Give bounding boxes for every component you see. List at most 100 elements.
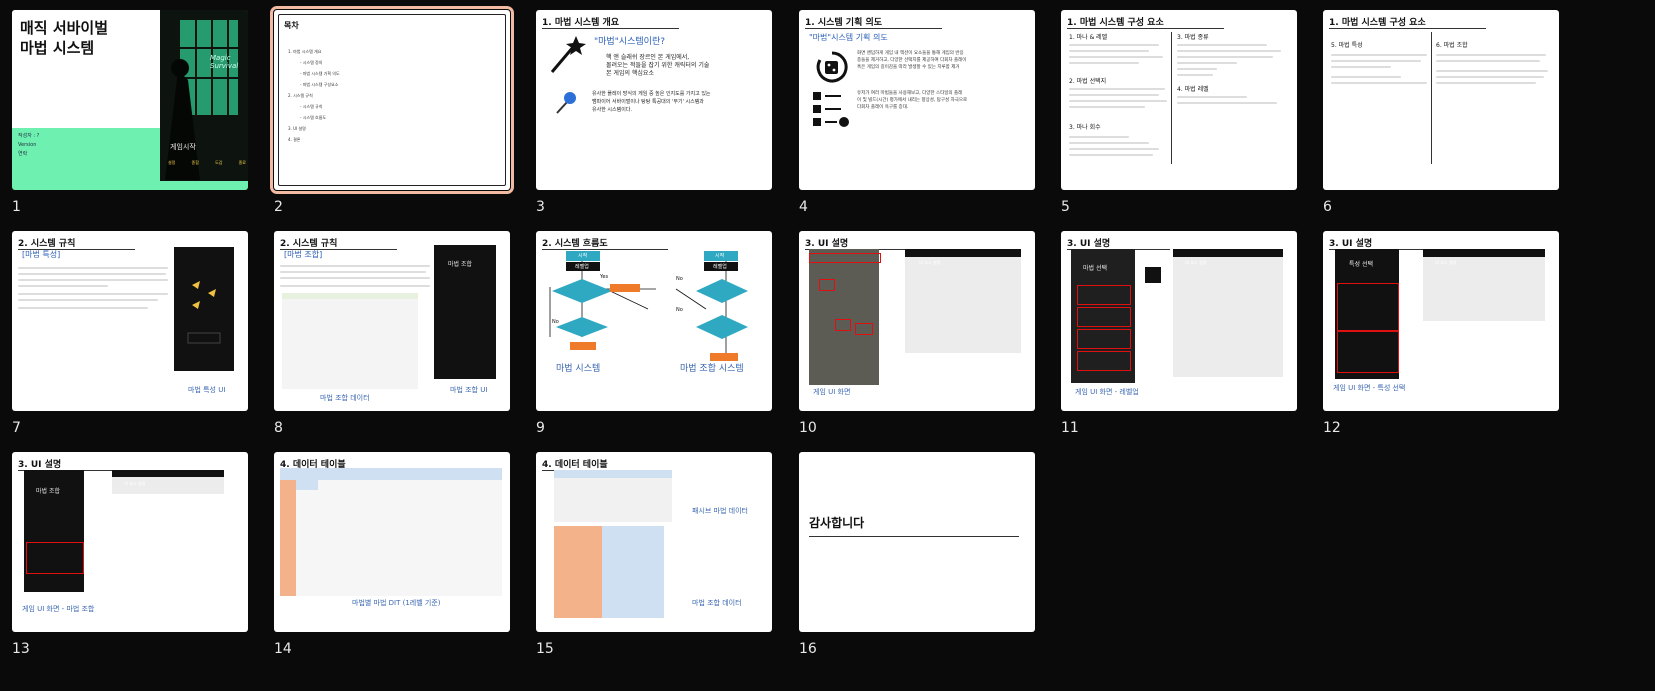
- phone-screenshot: 특성 선택: [1335, 249, 1399, 379]
- menu-exit: 종료: [238, 160, 246, 165]
- body-text: 유저가 여러 마법들을 사용해보고, 다양한 스타일의 플레 이 및 빌드(시간…: [857, 91, 968, 110]
- subheading: 3. 마법 종류: [1177, 34, 1209, 41]
- ui-table: UI 요소 설명: [905, 249, 1021, 353]
- body-text: 화면 랜덤하게 게임 내 액션이 요소들을 통해 게임의 반응 종들을 제거하고…: [857, 51, 967, 70]
- slide-number: 13: [12, 641, 30, 657]
- slide-preview: 1. 마법 시스템 구성 요소 5. 마법 특성 6. 마법 조합: [1323, 10, 1559, 190]
- subheading: 5. 마법 특성: [1331, 42, 1363, 49]
- game-screenshot: [809, 249, 881, 385]
- phone-screenshot: 마법 조합: [434, 245, 496, 379]
- subheading: 4. 마법 레벨: [1177, 86, 1209, 93]
- slide-title: 매직 서바이벌 마법 시스템: [20, 19, 109, 57]
- slide-number: 11: [1061, 420, 1079, 436]
- slide-caption: 게임 UI 화면 - 레벨업: [1075, 388, 1139, 396]
- toc-heading: 목차: [284, 21, 299, 30]
- slide-caption: 마법별 마법 DIT (1레벨 기준): [352, 599, 441, 607]
- menu-codex: 도감: [215, 160, 223, 165]
- combo-data-table: [282, 293, 418, 389]
- slide-preview: 3. UI 설명 마법 조합 게임 UI 화면 - 마법 조합 UI 요소 설명: [12, 452, 248, 632]
- dice-cycle-icon: [816, 51, 848, 83]
- slide-number: 10: [799, 420, 817, 436]
- slide-preview: 1. 마법 시스템 개요 "마법"시스템이란? 핵 앤 슬래쉬 장르인 본 게임…: [536, 10, 772, 190]
- slide-preview: 3. UI 설명 게임 UI 화면 UI 요소 설명: [799, 231, 1035, 411]
- slide-title: 3. UI 설명: [18, 457, 122, 471]
- menu-summary: 종합: [191, 160, 199, 165]
- phone-screenshot: 마법 조합: [24, 470, 84, 592]
- magic-staff-icon: [556, 92, 576, 114]
- slide-caption: 마법 시스템: [556, 364, 601, 374]
- ui-table: UI 요소 설명: [1423, 249, 1545, 321]
- section-heading: [마법 조합]: [284, 250, 323, 259]
- ui-table: UI 요소 설명: [1173, 249, 1283, 377]
- slide-number: 8: [274, 420, 283, 436]
- subheading: 6. 마법 조합: [1436, 42, 1468, 49]
- slide-preview: 1. 시스템 기획 의도 "마법"시스템 기획 의도 화면 랜덤하게 게임 내 …: [799, 10, 1035, 190]
- toc-list: 1. 마법 시스템 개요 - 시스템 정의 - 마법 시스템 기획 의도 - 마…: [288, 46, 340, 145]
- closing-heading: 감사합니다: [809, 516, 865, 530]
- no-label: No: [676, 276, 683, 282]
- table-header: UI 요소 설명: [124, 481, 146, 486]
- passive-data-table: [554, 470, 672, 522]
- slide-preview: 4. 데이터 테이블 패시브 마법 데이터 마법 조합 데이터: [536, 452, 772, 632]
- table-header: UI 요소 설명: [919, 260, 941, 265]
- slide-title: 3. UI 설명: [1067, 236, 1171, 250]
- slide-preview: 감사합니다: [799, 452, 1035, 632]
- slide-number: 4: [799, 199, 808, 215]
- no-label: No: [676, 307, 683, 313]
- levelup-label: 레벨업: [575, 264, 589, 270]
- body-text: 핵 앤 슬래쉬 장르인 본 게임에서, 몰려오는 적들을 잡기 위한 캐릭터의 …: [606, 54, 710, 77]
- slide-number: 3: [536, 199, 545, 215]
- slide-title: 1. 마법 시스템 구성 요소: [1067, 15, 1224, 29]
- slide-title: 1. 마법 시스템 개요: [542, 15, 680, 29]
- toc-item: - 마법 시스템 구성요소: [300, 82, 339, 87]
- slide-caption: 마법 조합 데이터: [320, 394, 370, 402]
- slide-number: 1: [12, 199, 21, 215]
- slide-preview: 2. 시스템 흐름도 시작 레벨업 시작 레벨업 No Yes No No 마법…: [536, 231, 772, 411]
- yes-label: Yes: [600, 274, 609, 280]
- slide-title: 1. 시스템 기획 의도: [805, 15, 943, 29]
- meta-version: Version: [18, 142, 37, 148]
- slide-caption: 게임 UI 화면: [813, 388, 851, 396]
- slide-title: 3. UI 설명: [1329, 236, 1433, 250]
- toc-item: 3. UI 설명: [288, 126, 306, 131]
- section-heading: [마법 특성]: [22, 250, 61, 259]
- game-art: Magic Survival 게임시작 설정 종합 도감 종료: [160, 10, 248, 181]
- table-header: UI 요소 설명: [1185, 260, 1207, 265]
- slide-title: 4. 데이터 테이블: [542, 457, 668, 471]
- slide-number: 16: [799, 641, 817, 657]
- meta-author: 작성자 : ?: [18, 133, 40, 139]
- slide-preview: 매직 서바이벌 마법 시스템 작성자 : ? Version 연락 Magic …: [12, 10, 248, 190]
- toc-item: 4. 결론: [288, 137, 301, 142]
- start-label: 시작: [578, 253, 588, 259]
- body-text: 유사한 플레이 방식의 게임 중 높은 인지도를 가지고 있는 뱀파이어 서바이…: [592, 91, 711, 113]
- combo-data-table: [554, 526, 664, 618]
- slide-title: 2. 시스템 규칙: [18, 236, 136, 250]
- slide-preview: 3. UI 설명 특성 선택 게임 UI 화면 - 특성 선택 UI 요소 설명: [1323, 231, 1559, 411]
- slide-number: 5: [1061, 199, 1070, 215]
- slide-caption: 마법 조합 데이터: [692, 599, 742, 607]
- section-heading: "마법"시스템이란?: [594, 37, 666, 47]
- slide-number: 2: [274, 199, 283, 215]
- flowchart: [549, 251, 748, 361]
- toc-item: - 시스템 규칙: [300, 104, 323, 109]
- slide-number: 14: [274, 641, 292, 657]
- slide-preview: 2. 시스템 규칙 [마법 특성] 마법 특성 UI: [12, 231, 248, 411]
- slide-number: 12: [1323, 420, 1341, 436]
- meta-contact: 연락: [18, 151, 28, 157]
- slide-number: 15: [536, 641, 554, 657]
- toc-item: - 시스템 정의: [300, 60, 323, 65]
- section-heading: "마법"시스템 기획 의도: [809, 33, 888, 42]
- no-label: No: [552, 319, 559, 325]
- levelup-label: 레벨업: [713, 264, 727, 270]
- slide-caption: 마법 조합 시스템: [680, 364, 744, 374]
- slide-preview: 1. 마법 시스템 구성 요소 1. 마나 & 레벨 2. 마법 선택지 3. …: [1061, 10, 1297, 190]
- slide-title: 1. 마법 시스템 구성 요소: [1329, 15, 1486, 29]
- phone-screenshot: 마법 선택: [1071, 249, 1135, 383]
- toc-item: - 마법 시스템 기획 의도: [300, 71, 340, 76]
- start-label: 시작: [715, 253, 725, 259]
- toc-item: 1. 마법 시스템 개요: [288, 49, 322, 54]
- table-header: UI 요소 설명: [1435, 260, 1457, 265]
- slide-caption: 게임 UI 화면 - 특성 선택: [1333, 384, 1406, 392]
- slide-caption: 패시브 마법 데이터: [692, 507, 748, 515]
- magic-wand-icon: [550, 36, 586, 73]
